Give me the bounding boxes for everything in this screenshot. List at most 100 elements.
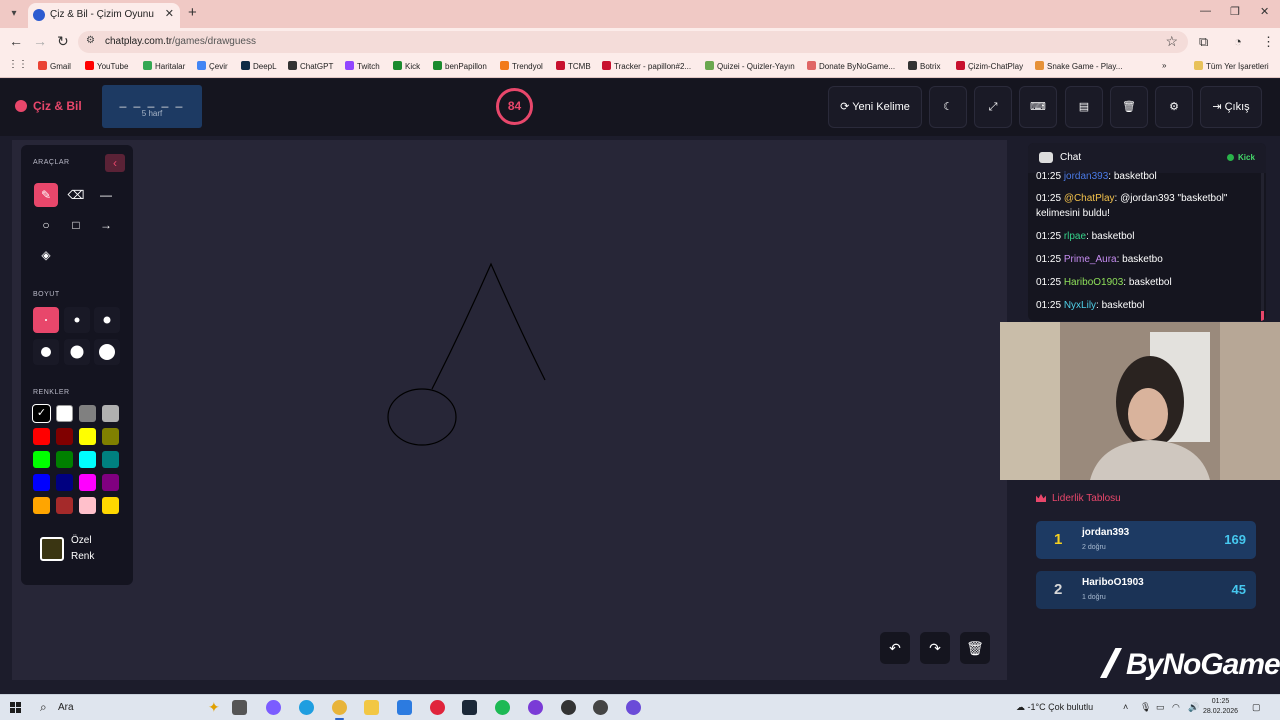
color-swatch[interactable] [102,451,119,468]
clear-button[interactable]: 🗑 [1110,86,1148,128]
file-explorer-icon[interactable] [364,700,379,715]
color-swatch[interactable]: ✓ [32,404,51,423]
opera-icon[interactable] [430,700,445,715]
more-bookmarks-icon[interactable]: » [1162,61,1166,70]
bookmark-kick[interactable]: Kick [393,61,420,71]
mail-icon[interactable] [397,700,412,715]
tab-search-icon[interactable]: ▾ [6,6,22,22]
color-swatch[interactable] [79,497,96,514]
color-swatch[interactable] [56,474,73,491]
chat-username[interactable]: rlpae [1064,231,1086,242]
chat-scroll-thumb[interactable] [1261,311,1264,321]
minimize-icon[interactable]: — [1200,5,1211,17]
pen-tool[interactable]: ✎ [34,183,58,207]
copilot-icon[interactable] [266,700,281,715]
brush-size-3[interactable] [94,307,120,333]
back-icon[interactable]: ← [9,33,23,49]
bookmark-chatgpt[interactable]: ChatGPT [288,61,333,71]
new-tab-icon[interactable]: + [188,4,197,21]
archive-button[interactable]: ▤ [1065,86,1103,128]
theme-toggle-button[interactable]: ☾ [929,86,967,128]
clear-canvas-button[interactable]: 🗑 [960,632,990,664]
bookmark-tracker[interactable]: Tracker - papillon#2... [602,61,691,71]
bookmark-quizei[interactable]: Quizei - Quizler-Yayın [705,61,795,71]
brush-size-2[interactable] [64,307,90,333]
bookmark-deepl[interactable]: DeepL [241,61,277,71]
rectangle-tool[interactable]: □ [64,213,88,237]
tab-close-icon[interactable]: ✕ [165,7,174,20]
bookmark-snake[interactable]: Snake Game - Play... [1035,61,1122,71]
redo-button[interactable]: ↷ [920,632,950,664]
spotify-icon[interactable] [495,700,510,715]
undo-button[interactable]: ↶ [880,632,910,664]
chat-username[interactable]: NyxLily [1064,300,1096,311]
color-swatch[interactable] [56,497,73,514]
color-swatch[interactable] [102,474,119,491]
all-bookmarks[interactable]: Tüm Yer İşaretleri [1194,61,1269,71]
reload-icon[interactable]: ↻ [57,33,69,50]
edge-icon[interactable] [299,700,314,715]
chat-username[interactable]: HariboO1903 [1064,277,1123,288]
fullscreen-button[interactable]: ⤢ [974,86,1012,128]
browser-tab[interactable]: Çiz & Bil - Çizim Oyunu ✕ [28,3,180,28]
color-swatch[interactable] [102,497,119,514]
custom-color-picker[interactable] [40,537,64,561]
restore-icon[interactable]: ❐ [1230,5,1240,18]
color-swatch[interactable] [79,451,96,468]
bookmark-cizim[interactable]: Çizim-ChatPlay [956,61,1023,71]
bookmark-star-icon[interactable]: ☆ [1165,33,1178,50]
apps-icon[interactable]: ⋮⋮ [8,59,28,70]
wifi-icon[interactable]: ◠ [1172,702,1180,713]
network-icon[interactable]: ▭ [1156,702,1165,713]
app-icon-3[interactable] [626,700,641,715]
url-field[interactable]: ⚙ chatplay.com.tr/games/drawguess ☆ [78,31,1188,53]
taskbar-search[interactable]: ⌕ Ara ✦ [32,697,222,718]
site-info-icon[interactable]: ⚙ [86,35,95,46]
chat-username[interactable]: @ChatPlay [1064,193,1115,204]
app-icon-1[interactable] [561,700,576,715]
collapse-panel-button[interactable]: ‹ [105,154,125,172]
color-swatch[interactable] [79,428,96,445]
close-window-icon[interactable]: ✕ [1260,5,1269,18]
line-tool[interactable]: — [94,183,118,207]
forward-icon[interactable]: → [33,33,47,49]
obs-icon[interactable] [528,700,543,715]
bookmark-translate[interactable]: Çevir [197,61,228,71]
profile-icon[interactable]: ◔ [1234,34,1242,49]
notifications-icon[interactable]: ▢ [1252,702,1261,713]
color-swatch[interactable] [102,428,119,445]
app-icon-2[interactable] [593,700,608,715]
microphone-icon[interactable]: 🎙 [1140,702,1151,713]
color-swatch[interactable] [102,405,119,422]
volume-icon[interactable]: 🔊 [1188,702,1199,713]
weather-widget[interactable]: ☁ -1°C Çok bulutlu [1016,702,1093,713]
tray-chevron-icon[interactable]: ˄ [1123,702,1128,712]
brush-size-4[interactable] [33,339,59,365]
menu-dots-icon[interactable]: ⋮ [1262,34,1275,50]
bookmark-gmail[interactable]: Gmail [38,61,71,71]
color-swatch[interactable] [33,474,50,491]
new-word-button[interactable]: ⟳ Yeni Kelime [828,86,922,128]
bookmark-donate[interactable]: Donate ByNoGame... [807,61,895,71]
color-swatch[interactable] [79,474,96,491]
exit-button[interactable]: ⇥ Çıkış [1200,86,1262,128]
taskbar-clock[interactable]: 01:25 28.02.2026 [1203,697,1238,717]
bookmark-trendyol[interactable]: Trendyol [500,61,543,71]
color-swatch[interactable] [79,405,96,422]
color-swatch[interactable] [56,428,73,445]
circle-tool[interactable]: ○ [34,213,58,237]
drawing-canvas[interactable] [12,140,1007,680]
brush-size-6[interactable] [94,339,120,365]
color-swatch[interactable] [33,497,50,514]
keyboard-button[interactable]: ⌨ [1019,86,1057,128]
extensions-icon[interactable]: ⧉ [1199,34,1208,50]
steam-icon[interactable] [462,700,477,715]
chat-username[interactable]: Prime_Aura [1064,254,1117,265]
bookmark-botrix[interactable]: Botrix [908,61,940,71]
windows-start-icon[interactable] [10,702,22,714]
color-swatch[interactable] [33,428,50,445]
arrow-tool[interactable]: → [94,213,118,237]
color-swatch[interactable] [56,451,73,468]
brush-size-1[interactable] [33,307,59,333]
chrome-icon[interactable] [332,700,347,720]
